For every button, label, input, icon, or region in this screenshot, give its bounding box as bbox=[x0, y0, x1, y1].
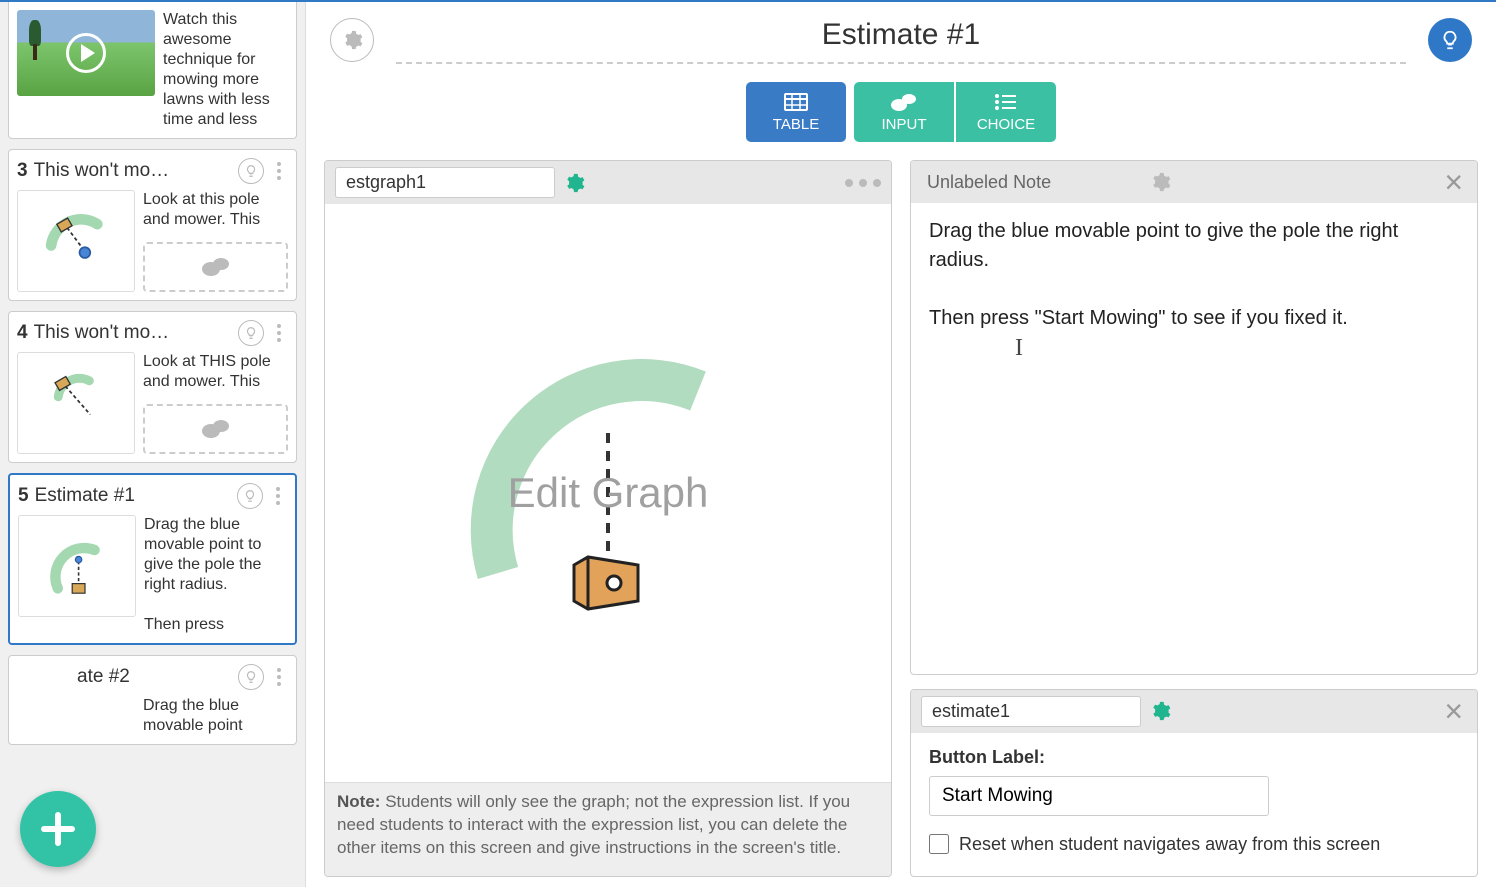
screen-thumbnail bbox=[18, 515, 136, 617]
screen-item-selected[interactable]: 5 Estimate #1 Drag the blue movable poin… bbox=[8, 473, 297, 645]
page-title[interactable]: Estimate #1 bbox=[386, 18, 1416, 62]
screen-title: Estimate #1 bbox=[35, 485, 231, 507]
note-paragraph: Then press "Start Mowing" to see if you … bbox=[929, 304, 1459, 333]
component-name-label[interactable]: Unlabeled Note bbox=[921, 172, 1141, 193]
screen-description: Look at THIS pole and mower. This bbox=[143, 352, 288, 398]
screen-title: ate #2 bbox=[77, 666, 232, 688]
edit-graph-overlay: Edit Graph bbox=[508, 469, 709, 517]
panels-row: Edit Graph Note: Students will only see … bbox=[324, 160, 1478, 877]
add-screen-button[interactable] bbox=[20, 791, 96, 867]
app-root: Watch this awesome technique for mowing … bbox=[0, 0, 1496, 887]
panel-header: Unlabeled Note × bbox=[911, 161, 1477, 203]
play-icon bbox=[66, 33, 106, 73]
gear-icon[interactable] bbox=[1149, 171, 1171, 193]
panel-header bbox=[325, 161, 891, 204]
checkbox-label: Reset when student navigates away from t… bbox=[959, 832, 1380, 856]
screen-thumbnail bbox=[17, 190, 135, 292]
tab-label: CHOICE bbox=[977, 116, 1035, 133]
screen-description: Look at this pole and mower. This bbox=[143, 190, 288, 236]
screen-number: 4 bbox=[17, 322, 28, 344]
main-editor: Estimate #1 TABLE INPUT CHOICE bbox=[306, 2, 1496, 887]
more-icon[interactable] bbox=[270, 324, 288, 342]
component-name-input[interactable] bbox=[921, 696, 1141, 727]
screens-sidebar: Watch this awesome technique for mowing … bbox=[0, 2, 306, 887]
component-tabs: TABLE INPUT CHOICE bbox=[324, 82, 1478, 142]
screen-item[interactable]: 4 This won't mo… Look at THIS pole and m… bbox=[8, 311, 297, 463]
screen-number: 3 bbox=[17, 160, 28, 182]
tab-choice[interactable]: CHOICE bbox=[956, 82, 1056, 142]
tab-input[interactable]: INPUT bbox=[854, 82, 954, 142]
screen-number: 5 bbox=[18, 485, 29, 507]
tab-label: TABLE bbox=[773, 116, 819, 133]
graph-panel: Edit Graph Note: Students will only see … bbox=[324, 160, 892, 877]
note-paragraph: Drag the blue movable point to give the … bbox=[929, 217, 1459, 275]
tab-label: INPUT bbox=[882, 116, 927, 133]
note-label: Note: bbox=[337, 792, 380, 811]
close-icon[interactable]: × bbox=[1440, 174, 1467, 190]
title-row: Estimate #1 bbox=[324, 12, 1478, 82]
title-divider bbox=[396, 62, 1406, 64]
speech-placeholder[interactable] bbox=[143, 404, 288, 454]
screen-description: Drag the blue movable point bbox=[17, 696, 288, 736]
screen-thumbnail bbox=[17, 352, 135, 454]
graph-note: Note: Students will only see the graph; … bbox=[325, 782, 891, 876]
speech-placeholder[interactable] bbox=[143, 242, 288, 292]
drag-handle-icon[interactable] bbox=[845, 179, 881, 187]
button-label-input[interactable] bbox=[929, 776, 1269, 816]
list-icon bbox=[994, 92, 1018, 112]
lightbulb-icon[interactable] bbox=[238, 158, 264, 184]
screen-settings-button[interactable] bbox=[330, 18, 374, 62]
tab-table[interactable]: TABLE bbox=[746, 82, 846, 142]
panel-header: × bbox=[911, 690, 1477, 733]
lightbulb-icon[interactable] bbox=[238, 320, 264, 346]
table-icon bbox=[784, 92, 808, 112]
close-icon[interactable]: × bbox=[1440, 703, 1467, 719]
screen-title: This won't mo… bbox=[34, 322, 232, 344]
video-thumbnail[interactable] bbox=[17, 10, 155, 96]
screen-description: Drag the blue movable point to give the … bbox=[144, 515, 287, 635]
more-icon[interactable] bbox=[270, 162, 288, 180]
gear-icon[interactable] bbox=[1149, 700, 1171, 722]
note-text-area[interactable]: Drag the blue movable point to give the … bbox=[911, 203, 1477, 674]
screen-description: Watch this awesome technique for mowing … bbox=[163, 10, 288, 130]
tips-button[interactable] bbox=[1428, 18, 1472, 62]
note-body: Students will only see the graph; not th… bbox=[337, 792, 850, 857]
text-cursor-icon: I bbox=[1015, 331, 1023, 366]
speech-icon bbox=[890, 92, 918, 112]
screen-item[interactable]: ate #2 Drag the blue movable point bbox=[8, 655, 297, 745]
screen-item[interactable]: 3 This won't mo… Look at this pole and m… bbox=[8, 149, 297, 301]
button-panel: × Button Label: Reset when student navig… bbox=[910, 689, 1478, 877]
reset-checkbox-row[interactable]: Reset when student navigates away from t… bbox=[929, 832, 1459, 856]
lightbulb-icon[interactable] bbox=[237, 483, 263, 509]
more-icon[interactable] bbox=[270, 668, 288, 686]
screen-item[interactable]: Watch this awesome technique for mowing … bbox=[8, 2, 297, 139]
component-name-input[interactable] bbox=[335, 167, 555, 198]
reset-checkbox[interactable] bbox=[929, 834, 949, 854]
note-panel: Unlabeled Note × Drag the blue movable p… bbox=[910, 160, 1478, 675]
gear-icon[interactable] bbox=[563, 172, 585, 194]
button-label-heading: Button Label: bbox=[929, 747, 1459, 768]
lightbulb-icon[interactable] bbox=[238, 664, 264, 690]
screen-title: This won't mo… bbox=[34, 160, 232, 182]
graph-canvas[interactable]: Edit Graph bbox=[325, 204, 891, 782]
more-icon[interactable] bbox=[269, 487, 287, 505]
